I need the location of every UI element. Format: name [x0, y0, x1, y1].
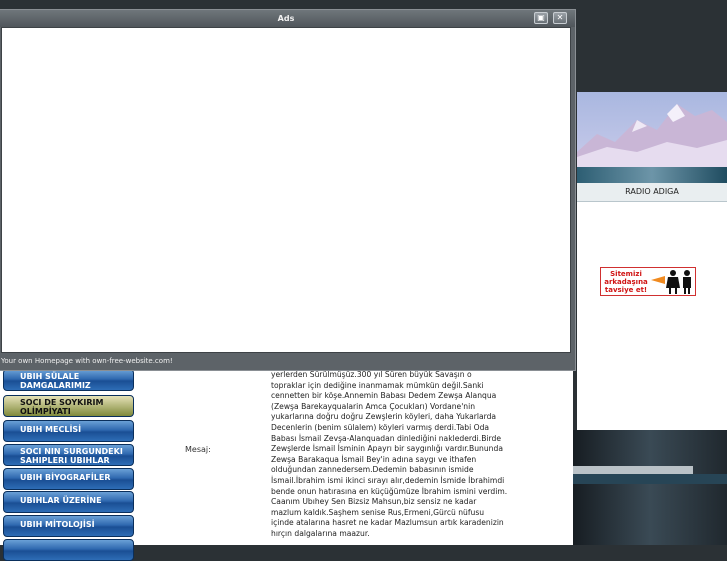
menu-item-label: UBIHLAR ÜZERİNE: [20, 496, 102, 505]
banner-stripe: [577, 167, 727, 183]
menu-item-soykirim-olimpiyati[interactable]: SOCI DE SOYKIRIM OLİMPİYATI: [3, 395, 134, 417]
radio-adiga-box[interactable]: RADIO ADIGA: [577, 183, 727, 202]
menu-item-label: SOCI DE SOYKIRIM OLİMPİYATI: [20, 398, 104, 416]
close-icon: ✕: [556, 13, 564, 22]
menu-item-label: UBIH MİTOLOJİSİ: [20, 520, 95, 529]
message-label: Mesaj:: [185, 445, 211, 454]
ads-content[interactable]: [1, 27, 571, 353]
navigation-menu: UBIH SÜLALE DAMGALARIMIZ SOCI DE SOYKIRI…: [0, 365, 138, 561]
ads-titlebar[interactable]: Ads ▣ ✕: [0, 10, 575, 27]
menu-item-label: UBIH MECLİSİ: [20, 425, 82, 434]
menu-item-label: SOCI NIN SURGUNDEKI SAHIPLERI UBIHLAR: [20, 447, 123, 465]
restore-icon: ▣: [537, 13, 545, 22]
radio-label: RADIO ADIGA: [625, 187, 679, 196]
menu-item-label: UBIH SÜLALE DAMGALARIMIZ: [20, 372, 91, 390]
menu-item-mitolojisi[interactable]: UBIH MİTOLOJİSİ: [3, 515, 134, 537]
ads-title: Ads: [277, 14, 295, 23]
menu-item-soci-surgun[interactable]: SOCI NIN SURGUNDEKI SAHIPLERI UBIHLAR: [3, 444, 134, 466]
own-homepage-link[interactable]: Your own Homepage with own-free-website.…: [1, 354, 173, 368]
menu-item-label: UBIH BİYOGRAFİLER: [20, 473, 111, 482]
decorative-panel: [573, 430, 727, 545]
menu-item-next[interactable]: [3, 539, 134, 561]
close-button[interactable]: ✕: [553, 12, 567, 24]
menu-item-sulale-damgalarimiz[interactable]: UBIH SÜLALE DAMGALARIMIZ: [3, 369, 134, 391]
mountain-image: [577, 104, 727, 167]
menu-item-ubihlar-uzerine[interactable]: UBIHLAR ÜZERİNE: [3, 491, 134, 513]
ads-footer: Your own Homepage with own-free-website.…: [1, 354, 571, 368]
mountain-banner: [577, 92, 727, 167]
restore-button[interactable]: ▣: [534, 12, 548, 24]
recommend-site-banner[interactable]: Sitemizi arkadaşına tavsiye et!: [600, 267, 696, 296]
people-icon: [651, 270, 691, 294]
decorative-band: [573, 466, 693, 474]
menu-item-biyografiler[interactable]: UBIH BİYOGRAFİLER: [3, 468, 134, 490]
message-text: yerlerden Sürülmüşüz.300 yıl Süren büyük…: [271, 370, 508, 538]
menu-item-ubih-meclisi[interactable]: UBIH MECLİSİ: [3, 420, 134, 442]
decorative-band-blue: [573, 474, 727, 484]
ads-window[interactable]: Ads ▣ ✕ Your own Homepage with own-free-…: [0, 9, 576, 371]
recommend-text: Sitemizi arkadaşına tavsiye et!: [604, 270, 648, 294]
